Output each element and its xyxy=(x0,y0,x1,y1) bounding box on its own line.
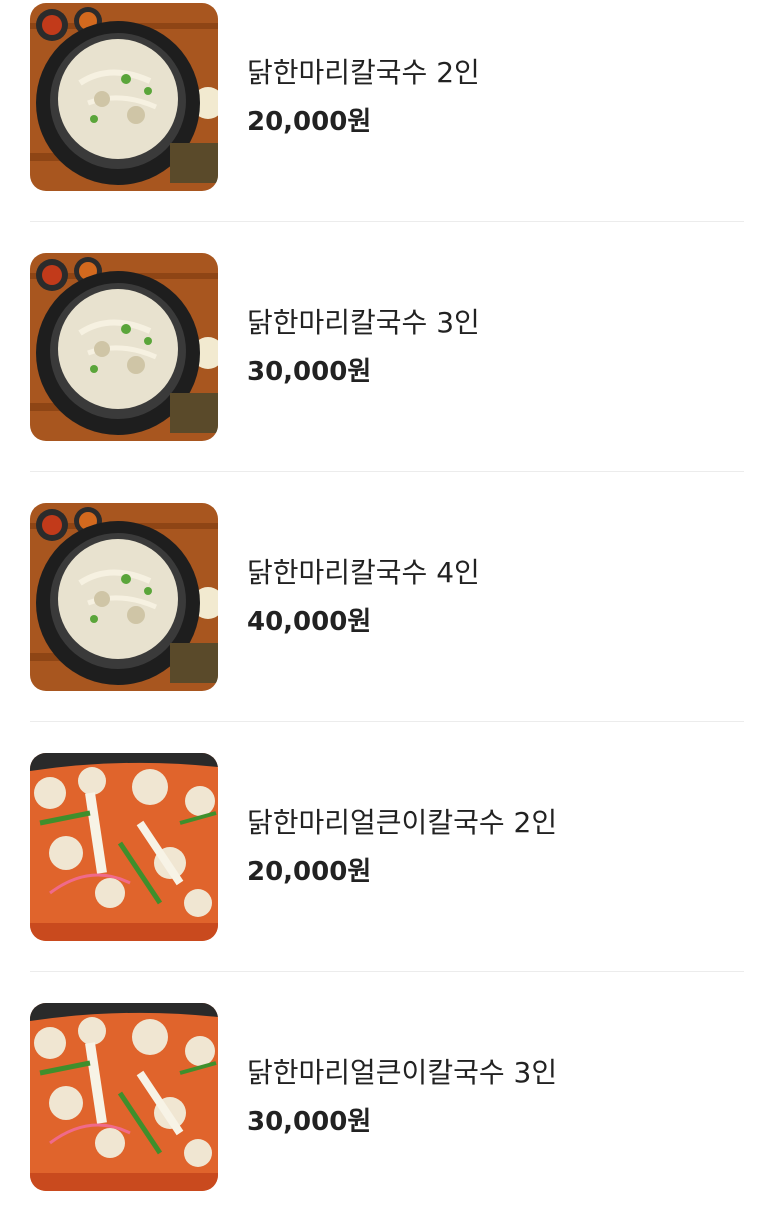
menu-item-price: 40,000원 xyxy=(247,607,372,637)
menu-item-name: 닭한마리얼큰이칼국수 2인 xyxy=(247,806,558,839)
menu-item-name: 닭한마리칼국수 4인 xyxy=(247,556,480,589)
menu-item-name: 닭한마리칼국수 2인 xyxy=(247,56,480,89)
spicy-red-broth-noodle-photo xyxy=(30,1003,218,1191)
divider xyxy=(30,221,744,222)
menu-item[interactable]: 닭한마리칼국수 3인 30,000원 xyxy=(30,253,744,443)
menu-item-price: 30,000원 xyxy=(247,357,372,387)
spicy-red-broth-noodle-photo xyxy=(30,753,218,941)
menu-item-price: 20,000원 xyxy=(247,107,372,137)
divider xyxy=(30,471,744,472)
menu-item[interactable]: 닭한마리칼국수 2인 20,000원 xyxy=(30,3,744,193)
menu-list: 닭한마리칼국수 2인 20,000원 닭한마리칼국수 3인 30,000원 닭한… xyxy=(0,0,773,1207)
divider xyxy=(30,721,744,722)
menu-item[interactable]: 닭한마리얼큰이칼국수 3인 30,000원 xyxy=(30,1003,744,1193)
menu-item-price: 20,000원 xyxy=(247,857,372,887)
menu-item-price: 30,000원 xyxy=(247,1107,372,1137)
white-broth-noodle-pot-photo xyxy=(30,253,218,441)
menu-item[interactable]: 닭한마리칼국수 4인 40,000원 xyxy=(30,503,744,693)
white-broth-noodle-pot-photo xyxy=(30,3,218,191)
menu-item[interactable]: 닭한마리얼큰이칼국수 2인 20,000원 xyxy=(30,753,744,943)
menu-item-name: 닭한마리얼큰이칼국수 3인 xyxy=(247,1056,558,1089)
white-broth-noodle-pot-photo xyxy=(30,503,218,691)
divider xyxy=(30,971,744,972)
menu-item-name: 닭한마리칼국수 3인 xyxy=(247,306,480,339)
